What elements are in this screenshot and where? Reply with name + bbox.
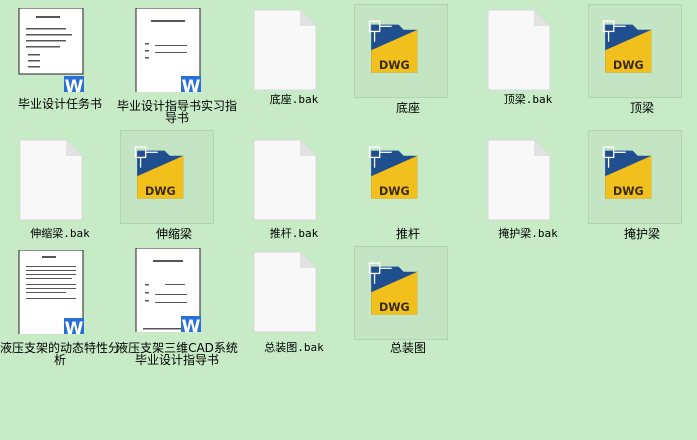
blank-file-icon xyxy=(253,251,317,333)
file-item-word[interactable]: W 液压支架三维CAD系统 毕业设计指导书 xyxy=(116,248,245,366)
file-item-dwg[interactable]: DWG 推杆 xyxy=(360,136,470,254)
file-item-dwg[interactable]: DWG 掩护梁 xyxy=(588,130,697,254)
file-name: 液压支架三维CAD系统 毕业设计指导书 xyxy=(116,341,238,367)
file-item-dwg[interactable]: DWG 伸缩梁 xyxy=(120,130,236,254)
file-name: 底座.bak xyxy=(269,93,319,106)
blank-file-icon xyxy=(253,139,317,221)
blank-file-icon xyxy=(487,139,551,221)
svg-text:W: W xyxy=(65,77,84,92)
blank-file-icon xyxy=(487,9,551,91)
file-name: 总装图.bak xyxy=(264,341,324,354)
dwg-file-icon: DWG xyxy=(602,20,652,73)
file-item-dwg[interactable]: DWG 顶梁 xyxy=(588,4,697,128)
file-browser-window: { "files": [ {"label":"毕业设计任务书","type":"… xyxy=(0,0,697,440)
file-name: 底座 xyxy=(395,101,420,115)
file-name: 顶梁 xyxy=(629,101,654,115)
dwg-file-icon: DWG xyxy=(602,146,652,199)
svg-text:W: W xyxy=(65,319,84,334)
svg-text:DWG: DWG xyxy=(379,59,410,72)
word-document-icon: W xyxy=(18,8,84,92)
blank-file-icon xyxy=(19,139,83,221)
dwg-file-icon: DWG xyxy=(134,146,184,199)
file-item-word[interactable]: W 毕业设计指导书实习指导书 xyxy=(117,8,245,126)
dwg-file-icon: DWG xyxy=(368,20,418,73)
word-document-icon: W xyxy=(135,248,201,332)
dwg-file-icon: DWG xyxy=(368,146,418,199)
file-name: 伸缩梁 xyxy=(155,227,192,241)
svg-text:DWG: DWG xyxy=(379,185,410,198)
file-name: 总装图 xyxy=(389,341,426,355)
file-name: 掩护梁.bak xyxy=(498,227,558,240)
file-item-dwg[interactable]: DWG 底座 xyxy=(354,4,470,128)
file-name: 液压支架的动态特性分析 xyxy=(0,341,120,367)
file-name: 伸缩梁.bak xyxy=(30,227,90,240)
svg-text:DWG: DWG xyxy=(613,59,644,72)
file-item-word[interactable]: W 毕业设计任务书 xyxy=(18,8,128,126)
word-document-icon: W xyxy=(18,250,84,334)
dwg-file-icon: DWG xyxy=(368,262,418,315)
svg-text:W: W xyxy=(182,77,201,92)
file-name: 推杆.bak xyxy=(269,227,319,240)
file-item-word[interactable]: W 液压支架的动态特性分析 xyxy=(0,250,128,368)
file-name: 毕业设计任务书 xyxy=(17,97,102,111)
word-document-icon: W xyxy=(135,8,201,92)
svg-text:DWG: DWG xyxy=(145,185,176,198)
svg-text:DWG: DWG xyxy=(379,301,410,314)
file-item-dwg[interactable]: DWG 总装图 xyxy=(354,246,470,370)
file-name: 掩护梁 xyxy=(623,227,660,241)
file-name: 推杆 xyxy=(395,227,420,241)
blank-file-icon xyxy=(253,9,317,91)
file-name: 毕业设计指导书实习指导书 xyxy=(116,99,237,125)
file-name: 顶梁.bak xyxy=(503,93,553,106)
svg-text:W: W xyxy=(182,317,201,332)
svg-text:DWG: DWG xyxy=(613,185,644,198)
